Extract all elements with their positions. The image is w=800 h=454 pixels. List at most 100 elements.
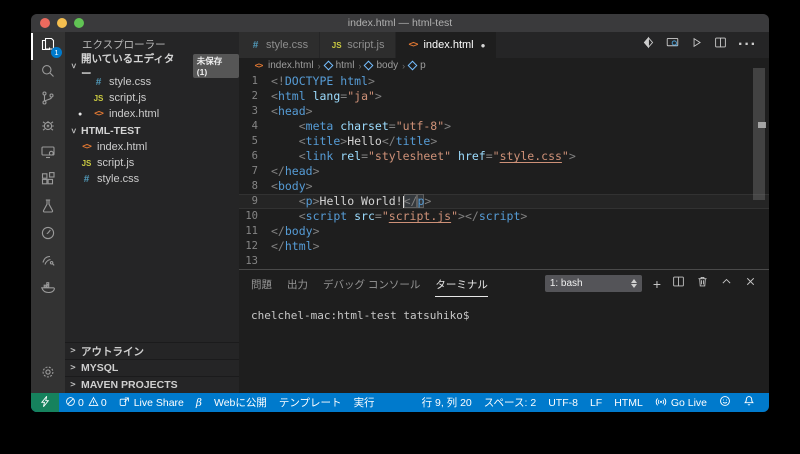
- beta-icon: β: [196, 397, 202, 409]
- activity-search[interactable]: [31, 60, 65, 87]
- section-maven-projects[interactable]: > MAVEN PROJECTS: [65, 376, 239, 393]
- breadcrumb-item[interactable]: body: [376, 60, 398, 71]
- close-window-button[interactable]: [40, 18, 50, 28]
- code-line[interactable]: 5 <title>Hello</title>: [239, 134, 769, 149]
- code-line[interactable]: 13: [239, 254, 769, 269]
- breadcrumb-item[interactable]: p: [420, 60, 426, 71]
- code-line[interactable]: 12</html>: [239, 239, 769, 254]
- warning-count: 0: [101, 397, 107, 409]
- explorer-badge: 1: [51, 47, 62, 58]
- more-actions-icon[interactable]: ···: [738, 36, 757, 54]
- cursor-position-status[interactable]: 行 9, 列 20: [416, 393, 478, 412]
- tree-item-script-js[interactable]: JS script.js: [65, 155, 239, 171]
- panel-tab-debug-console[interactable]: デバッグ コンソール: [323, 271, 420, 297]
- tab-style-css[interactable]: # style.css: [239, 32, 320, 58]
- panel-header: 問題 出力 デバッグ コンソール ターミナル 1: bash +: [239, 270, 769, 297]
- activity-explorer[interactable]: 1: [31, 33, 65, 60]
- activity-time-tracker[interactable]: [31, 222, 65, 249]
- settings-gear-icon: [40, 364, 56, 385]
- line-number: 3: [239, 104, 271, 119]
- minimize-window-button[interactable]: [57, 18, 67, 28]
- eol-status[interactable]: LF: [584, 393, 608, 412]
- js-file-icon: JS: [331, 41, 342, 50]
- live-share-status[interactable]: Live Share: [113, 393, 190, 412]
- panel-tab-problems[interactable]: 問題: [251, 271, 272, 297]
- section-outline[interactable]: > アウトライン: [65, 342, 239, 359]
- encoding-status[interactable]: UTF-8: [542, 393, 584, 412]
- terminal-shell-select[interactable]: 1: bash: [545, 275, 642, 292]
- activity-test-explorer[interactable]: [31, 195, 65, 222]
- bell-icon: [743, 395, 755, 410]
- terminal-output[interactable]: chelchel-mac:html-test tatsuhiko$: [239, 297, 769, 394]
- breadcrumb-item[interactable]: html: [336, 60, 355, 71]
- tree-item-index-html[interactable]: <> index.html: [65, 139, 239, 155]
- code-lines[interactable]: 1<!DOCTYPE html>2<html lang="ja">3<head>…: [239, 73, 769, 269]
- template-button[interactable]: テンプレート: [273, 393, 348, 412]
- tab-label: style.css: [266, 39, 308, 51]
- beta-status[interactable]: β: [190, 393, 208, 412]
- go-live-button[interactable]: Go Live: [649, 393, 713, 412]
- open-editors-header[interactable]: > 開いているエディター 未保存 (1): [65, 57, 239, 74]
- code-line[interactable]: 2<html lang="ja">: [239, 89, 769, 104]
- open-editor-style-css[interactable]: # style.css: [65, 74, 239, 90]
- maximize-panel-icon[interactable]: [720, 275, 733, 293]
- breadcrumb-item[interactable]: index.html: [268, 60, 314, 71]
- kill-terminal-icon[interactable]: [696, 275, 709, 293]
- open-editor-script-js[interactable]: JS script.js: [65, 90, 239, 106]
- section-mysql[interactable]: > MYSQL: [65, 359, 239, 376]
- code-line[interactable]: 6 <link rel="stylesheet" href="style.css…: [239, 149, 769, 164]
- format-icon[interactable]: [642, 36, 655, 54]
- remote-indicator[interactable]: [31, 393, 59, 412]
- code-line[interactable]: 3<head>: [239, 104, 769, 119]
- run-icon[interactable]: [690, 36, 703, 54]
- css-file-icon: #: [93, 77, 104, 88]
- code-line[interactable]: 9 <p>Hello World!</p>: [239, 194, 769, 209]
- feedback-smiley[interactable]: [713, 393, 737, 412]
- activity-liveshare[interactable]: [31, 249, 65, 276]
- code-line[interactable]: 4 <meta charset="utf-8">: [239, 119, 769, 134]
- editor-scrollbar[interactable]: [753, 68, 765, 200]
- open-editor-index-html[interactable]: ● <> index.html: [65, 106, 239, 122]
- code-line[interactable]: 1<!DOCTYPE html>: [239, 74, 769, 89]
- close-panel-icon[interactable]: [744, 275, 757, 293]
- split-terminal-icon[interactable]: [672, 275, 685, 293]
- window-title: index.html — html-test: [31, 14, 769, 32]
- indentation-status[interactable]: スペース: 2: [478, 393, 542, 412]
- debug-icon: [40, 117, 56, 138]
- manage-settings[interactable]: [31, 361, 65, 388]
- activity-source-control[interactable]: [31, 87, 65, 114]
- activity-docker[interactable]: [31, 276, 65, 303]
- notifications-bell[interactable]: [737, 393, 761, 412]
- activity-debug[interactable]: [31, 114, 65, 141]
- code-line[interactable]: 8<body>: [239, 179, 769, 194]
- activity-extensions[interactable]: [31, 168, 65, 195]
- tree-item-style-css[interactable]: # style.css: [65, 171, 239, 187]
- maximize-window-button[interactable]: [74, 18, 84, 28]
- language-mode-status[interactable]: HTML: [608, 393, 649, 412]
- error-icon: [65, 396, 76, 410]
- editor-actions: ···: [642, 32, 769, 58]
- code-line[interactable]: 7</head>: [239, 164, 769, 179]
- activity-remote-explorer[interactable]: [31, 141, 65, 168]
- open-preview-icon[interactable]: [666, 36, 679, 54]
- title-bar[interactable]: index.html — html-test: [31, 14, 769, 32]
- new-terminal-icon[interactable]: +: [653, 276, 661, 292]
- panel-tab-terminal[interactable]: ターミナル: [435, 271, 488, 297]
- line-number: 10: [239, 209, 271, 224]
- workspace-header[interactable]: > HTML-TEST: [65, 122, 239, 139]
- tab-index-html[interactable]: <> index.html ●: [396, 32, 497, 58]
- panel-tab-output[interactable]: 出力: [287, 271, 308, 297]
- tab-script-js[interactable]: JS script.js: [320, 32, 396, 58]
- code-line[interactable]: 11</body>: [239, 224, 769, 239]
- line-number: 5: [239, 134, 271, 149]
- problems-status[interactable]: 0 0: [59, 393, 113, 412]
- shell-select-value: 1: bash: [550, 278, 583, 289]
- line-number: 1: [239, 74, 271, 89]
- split-editor-icon[interactable]: [714, 36, 727, 54]
- status-bar: 0 0 Live Share β Webに公開 テンプレート 実行 行 9, 列…: [31, 393, 769, 412]
- line-number: 13: [239, 254, 271, 269]
- publish-web-button[interactable]: Webに公開: [208, 393, 273, 412]
- code-line[interactable]: 10 <script src="script.js"></script>: [239, 209, 769, 224]
- section-label: MAVEN PROJECTS: [81, 379, 178, 391]
- run-button[interactable]: 実行: [348, 393, 381, 412]
